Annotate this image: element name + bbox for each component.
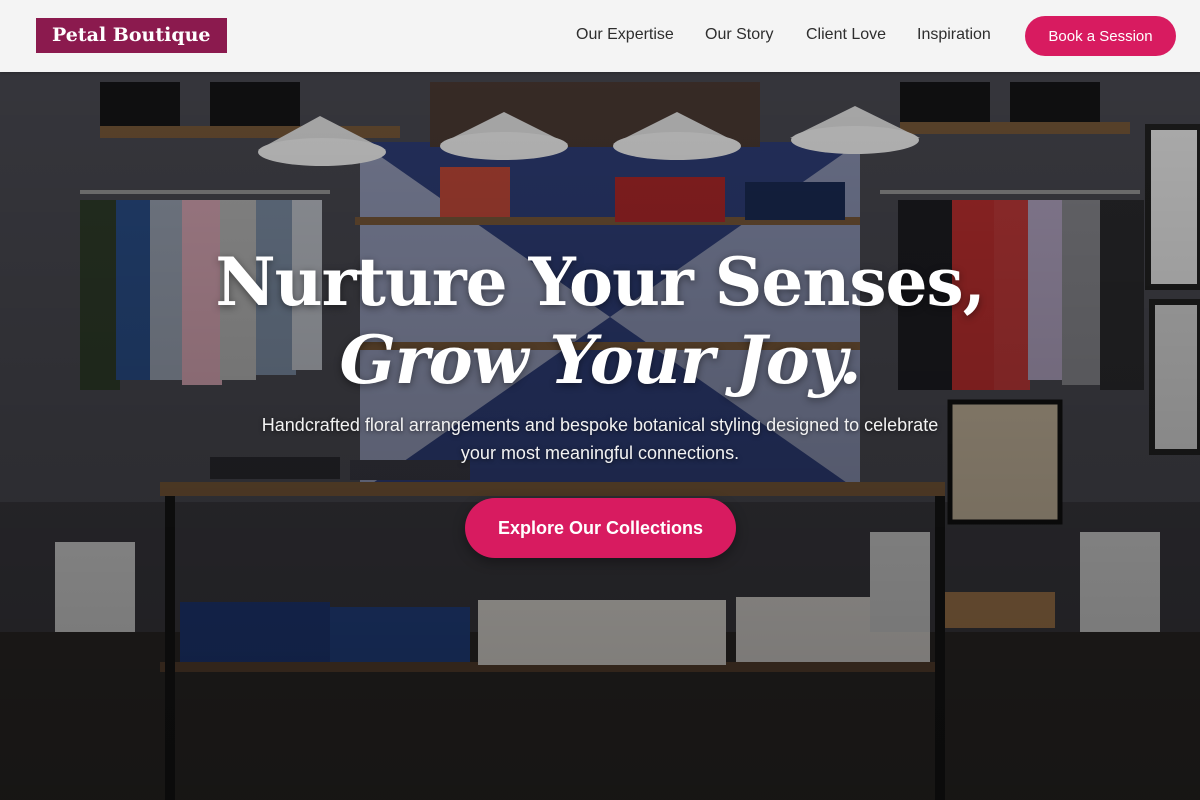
nav-link-our-expertise[interactable]: Our Expertise <box>576 26 674 44</box>
hero-section: Nurture Your Senses, Grow Your Joy. Hand… <box>0 72 1200 800</box>
nav-link-inspiration[interactable]: Inspiration <box>917 26 991 44</box>
hero-headline: Nurture Your Senses, Grow Your Joy. <box>0 244 1200 400</box>
site-header: Petal Boutique Our Expertise Our Story C… <box>0 0 1200 72</box>
nav-link-client-love[interactable]: Client Love <box>806 26 886 44</box>
hero-headline-line2: Grow Your Joy. <box>339 321 861 399</box>
brand-logo[interactable]: Petal Boutique <box>36 18 227 53</box>
hero-headline-line1: Nurture Your Senses, <box>215 243 985 321</box>
hero-subtext: Handcrafted floral arrangements and besp… <box>261 415 939 463</box>
nav-link-our-story[interactable]: Our Story <box>705 26 773 44</box>
explore-collections-button[interactable]: Explore Our Collections <box>465 498 736 558</box>
book-session-button[interactable]: Book a Session <box>1025 16 1176 56</box>
